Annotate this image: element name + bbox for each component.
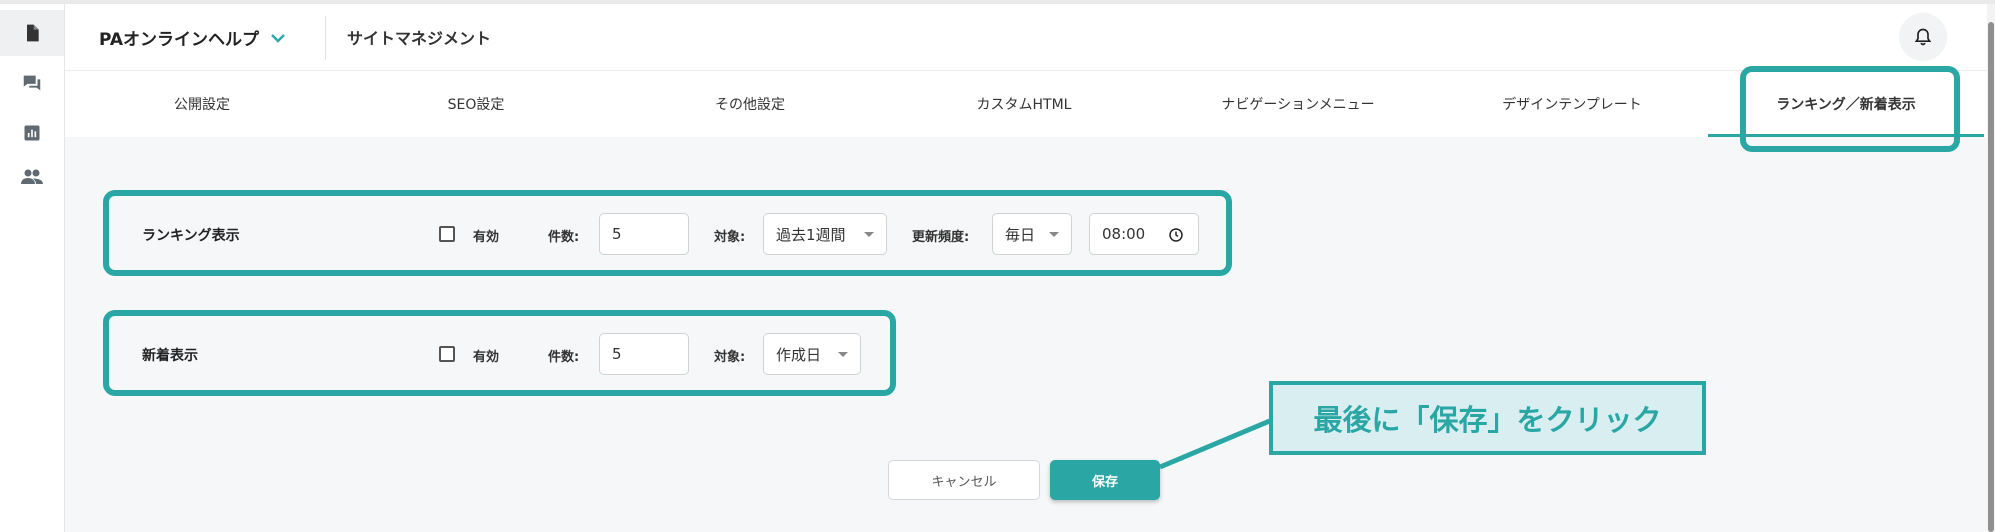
instruction-callout: 最後に「保存」をクリック xyxy=(1269,381,1706,455)
